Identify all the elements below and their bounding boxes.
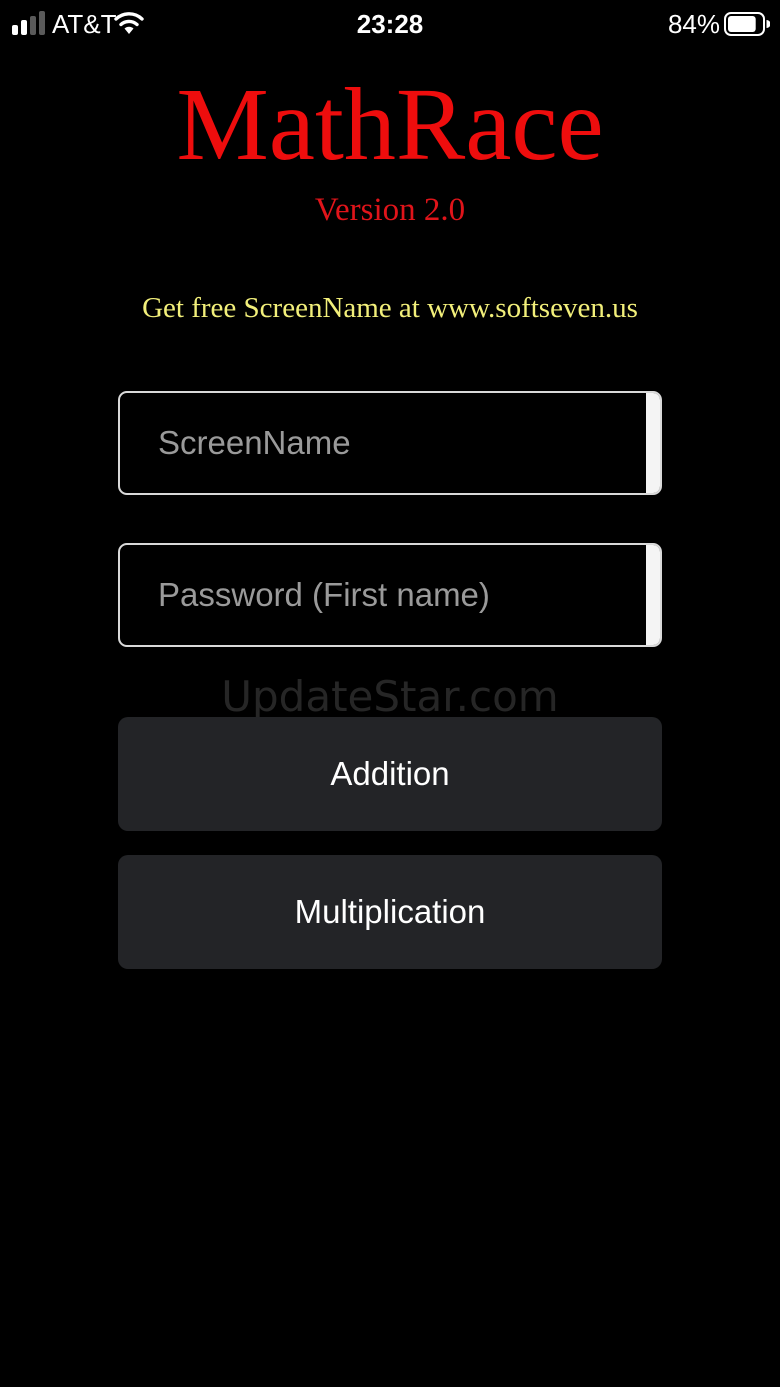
app-version: Version 2.0 <box>314 192 466 228</box>
status-bar: AT&T 23:28 84% <box>0 0 780 50</box>
addition-button[interactable]: Addition <box>118 717 662 831</box>
password-field[interactable] <box>118 543 662 647</box>
battery-percentage: 84% <box>667 9 720 39</box>
promo-text: Get free ScreenName at www.softseven.us <box>142 292 638 324</box>
password-input[interactable] <box>120 545 640 645</box>
screenname-field[interactable] <box>118 391 662 495</box>
screenname-input[interactable] <box>120 393 640 493</box>
multiplication-button[interactable]: Multiplication <box>118 855 662 969</box>
status-time: 23:28 <box>356 9 424 39</box>
battery-icon <box>724 12 770 36</box>
watermark-text: UpdateStar.com <box>221 672 559 721</box>
app-title: MathRace <box>176 67 604 182</box>
